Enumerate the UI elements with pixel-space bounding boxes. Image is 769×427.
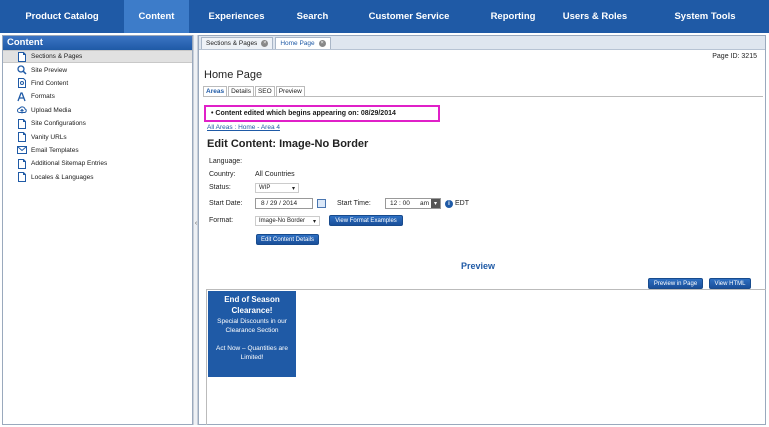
sidebar-item-label: Email Templates xyxy=(31,146,79,154)
nav-experiences[interactable]: Experiences xyxy=(189,0,284,33)
status-label: Status: xyxy=(209,184,231,191)
top-navigation: Product Catalog Content Experiences Sear… xyxy=(0,0,769,33)
sidebar-item-label: Additional Sitemap Entries xyxy=(31,160,108,168)
tab-label: Sections & Pages xyxy=(206,40,258,47)
format-label: Format: xyxy=(209,217,234,224)
nav-search[interactable]: Search xyxy=(284,0,341,33)
nav-users-roles[interactable]: Users & Roles xyxy=(549,0,641,33)
preview-heading: Preview xyxy=(461,261,496,271)
sidebar-item-locales-languages[interactable]: Locales & Languages xyxy=(3,171,192,184)
format-value: Image-No Border xyxy=(259,218,306,224)
view-format-examples-button[interactable]: View Format Examples xyxy=(329,215,403,226)
sidebar: Content Sections & Pages Site Preview Fi… xyxy=(2,35,193,425)
main-panel: Sections & Pages × Home Page × Page ID: … xyxy=(198,35,766,425)
subtab-details[interactable]: Details xyxy=(228,86,254,96)
nav-content[interactable]: Content xyxy=(124,0,189,33)
tab-home-page[interactable]: Home Page × xyxy=(275,37,331,49)
sidebar-item-label: Formats xyxy=(31,93,55,101)
view-html-button[interactable]: View HTML xyxy=(709,278,751,289)
envelope-icon xyxy=(17,145,27,155)
sidebar-item-site-configurations[interactable]: Site Configurations xyxy=(3,117,192,130)
start-date-value: 8 / 29 / 2014 xyxy=(261,200,298,207)
content-edited-alert: • Content edited which begins appearing … xyxy=(204,105,440,122)
language-label: Language: xyxy=(209,158,243,165)
divider xyxy=(203,96,763,97)
sidebar-item-site-preview[interactable]: Site Preview xyxy=(3,63,192,76)
dropdown-arrow-icon: ▾ xyxy=(312,218,316,225)
sidebar-item-sections-pages[interactable]: Sections & Pages xyxy=(3,50,192,64)
magnifier-icon xyxy=(17,65,27,75)
promo-cta: Act Now – Quantities are Limited! xyxy=(216,345,288,361)
page-title: Home Page xyxy=(204,69,263,81)
start-time-label: Start Time: xyxy=(337,200,371,207)
promo-title: End of Season Clearance! xyxy=(224,295,280,315)
country-label: Country: xyxy=(209,171,236,178)
document-tabs: Sections & Pages × Home Page × xyxy=(199,36,765,50)
upload-icon xyxy=(17,105,27,115)
start-date-input[interactable]: 8 / 29 / 2014 xyxy=(255,198,313,209)
sidebar-item-email-templates[interactable]: Email Templates xyxy=(3,144,192,157)
preview-in-page-button[interactable]: Preview in Page xyxy=(648,278,703,289)
close-icon[interactable]: × xyxy=(261,40,269,47)
tab-sections-pages[interactable]: Sections & Pages × xyxy=(201,37,274,49)
page-id: Page ID: 3215 xyxy=(712,53,757,60)
sidebar-item-formats[interactable]: Formats xyxy=(3,90,192,103)
ampm-value: am xyxy=(419,200,429,207)
page-icon xyxy=(17,51,27,62)
sidebar-item-vanity-urls[interactable]: Vanity URLs xyxy=(3,130,192,143)
tab-label: Home Page xyxy=(280,40,315,47)
dropdown-arrow-icon: ▾ xyxy=(291,185,295,192)
page-icon xyxy=(17,118,27,129)
page-icon xyxy=(17,158,27,169)
info-icon[interactable]: i xyxy=(445,200,453,208)
nav-product-catalog[interactable]: Product Catalog xyxy=(0,0,124,33)
nav-system-tools[interactable]: System Tools xyxy=(641,0,769,33)
page-subtabs: Areas Details SEO Preview xyxy=(203,86,306,96)
subtab-seo[interactable]: SEO xyxy=(254,86,275,96)
page-icon xyxy=(17,172,27,183)
timezone-label: EDT xyxy=(455,200,469,207)
country-value: All Countries xyxy=(255,171,295,178)
sidebar-item-additional-sitemap-entries[interactable]: Additional Sitemap Entries xyxy=(3,157,192,170)
start-time-input[interactable]: 12 : 00 am ▾ xyxy=(385,198,441,209)
close-icon[interactable]: × xyxy=(318,40,326,47)
start-time-value: 12 : 00 xyxy=(390,200,410,207)
sidebar-title: Content xyxy=(3,36,192,50)
sidebar-item-label: Sections & Pages xyxy=(31,53,83,61)
subtab-preview[interactable]: Preview xyxy=(275,86,305,96)
start-date-label: Start Date: xyxy=(209,200,243,207)
sidebar-item-label: Vanity URLs xyxy=(31,133,67,141)
subtab-areas[interactable]: Areas xyxy=(203,86,228,96)
sidebar-item-upload-media[interactable]: Upload Media xyxy=(3,104,192,117)
sidebar-item-label: Upload Media xyxy=(31,106,72,114)
status-value: WIP xyxy=(259,185,271,191)
sidebar-item-label: Locales & Languages xyxy=(31,173,94,181)
sidebar-item-label: Find Content xyxy=(31,79,69,87)
format-select[interactable]: Image-No Border ▾ xyxy=(255,216,320,226)
nav-reporting[interactable]: Reporting xyxy=(477,0,549,33)
breadcrumb[interactable]: All Areas : Home - Area 4 xyxy=(207,124,280,131)
calendar-icon[interactable] xyxy=(317,199,326,208)
ampm-select[interactable]: am ▾ xyxy=(420,199,440,208)
formats-icon xyxy=(17,92,27,102)
dropdown-arrow-icon: ▾ xyxy=(431,199,440,208)
promo-subtitle: Special Discounts in our Clearance Secti… xyxy=(217,318,287,334)
promo-banner: End of Season Clearance! Special Discoun… xyxy=(208,291,296,377)
edit-content-title: Edit Content: Image-No Border xyxy=(207,138,369,150)
sidebar-item-label: Site Configurations xyxy=(31,120,86,128)
sidebar-item-find-content[interactable]: Find Content xyxy=(3,77,192,90)
nav-customer-service[interactable]: Customer Service xyxy=(341,0,477,33)
sidebar-item-label: Site Preview xyxy=(31,66,68,74)
page-icon xyxy=(17,132,27,143)
find-page-icon xyxy=(17,78,27,89)
edit-content-details-button[interactable]: Edit Content Details xyxy=(256,234,319,245)
status-select[interactable]: WIP ▾ xyxy=(255,183,299,193)
